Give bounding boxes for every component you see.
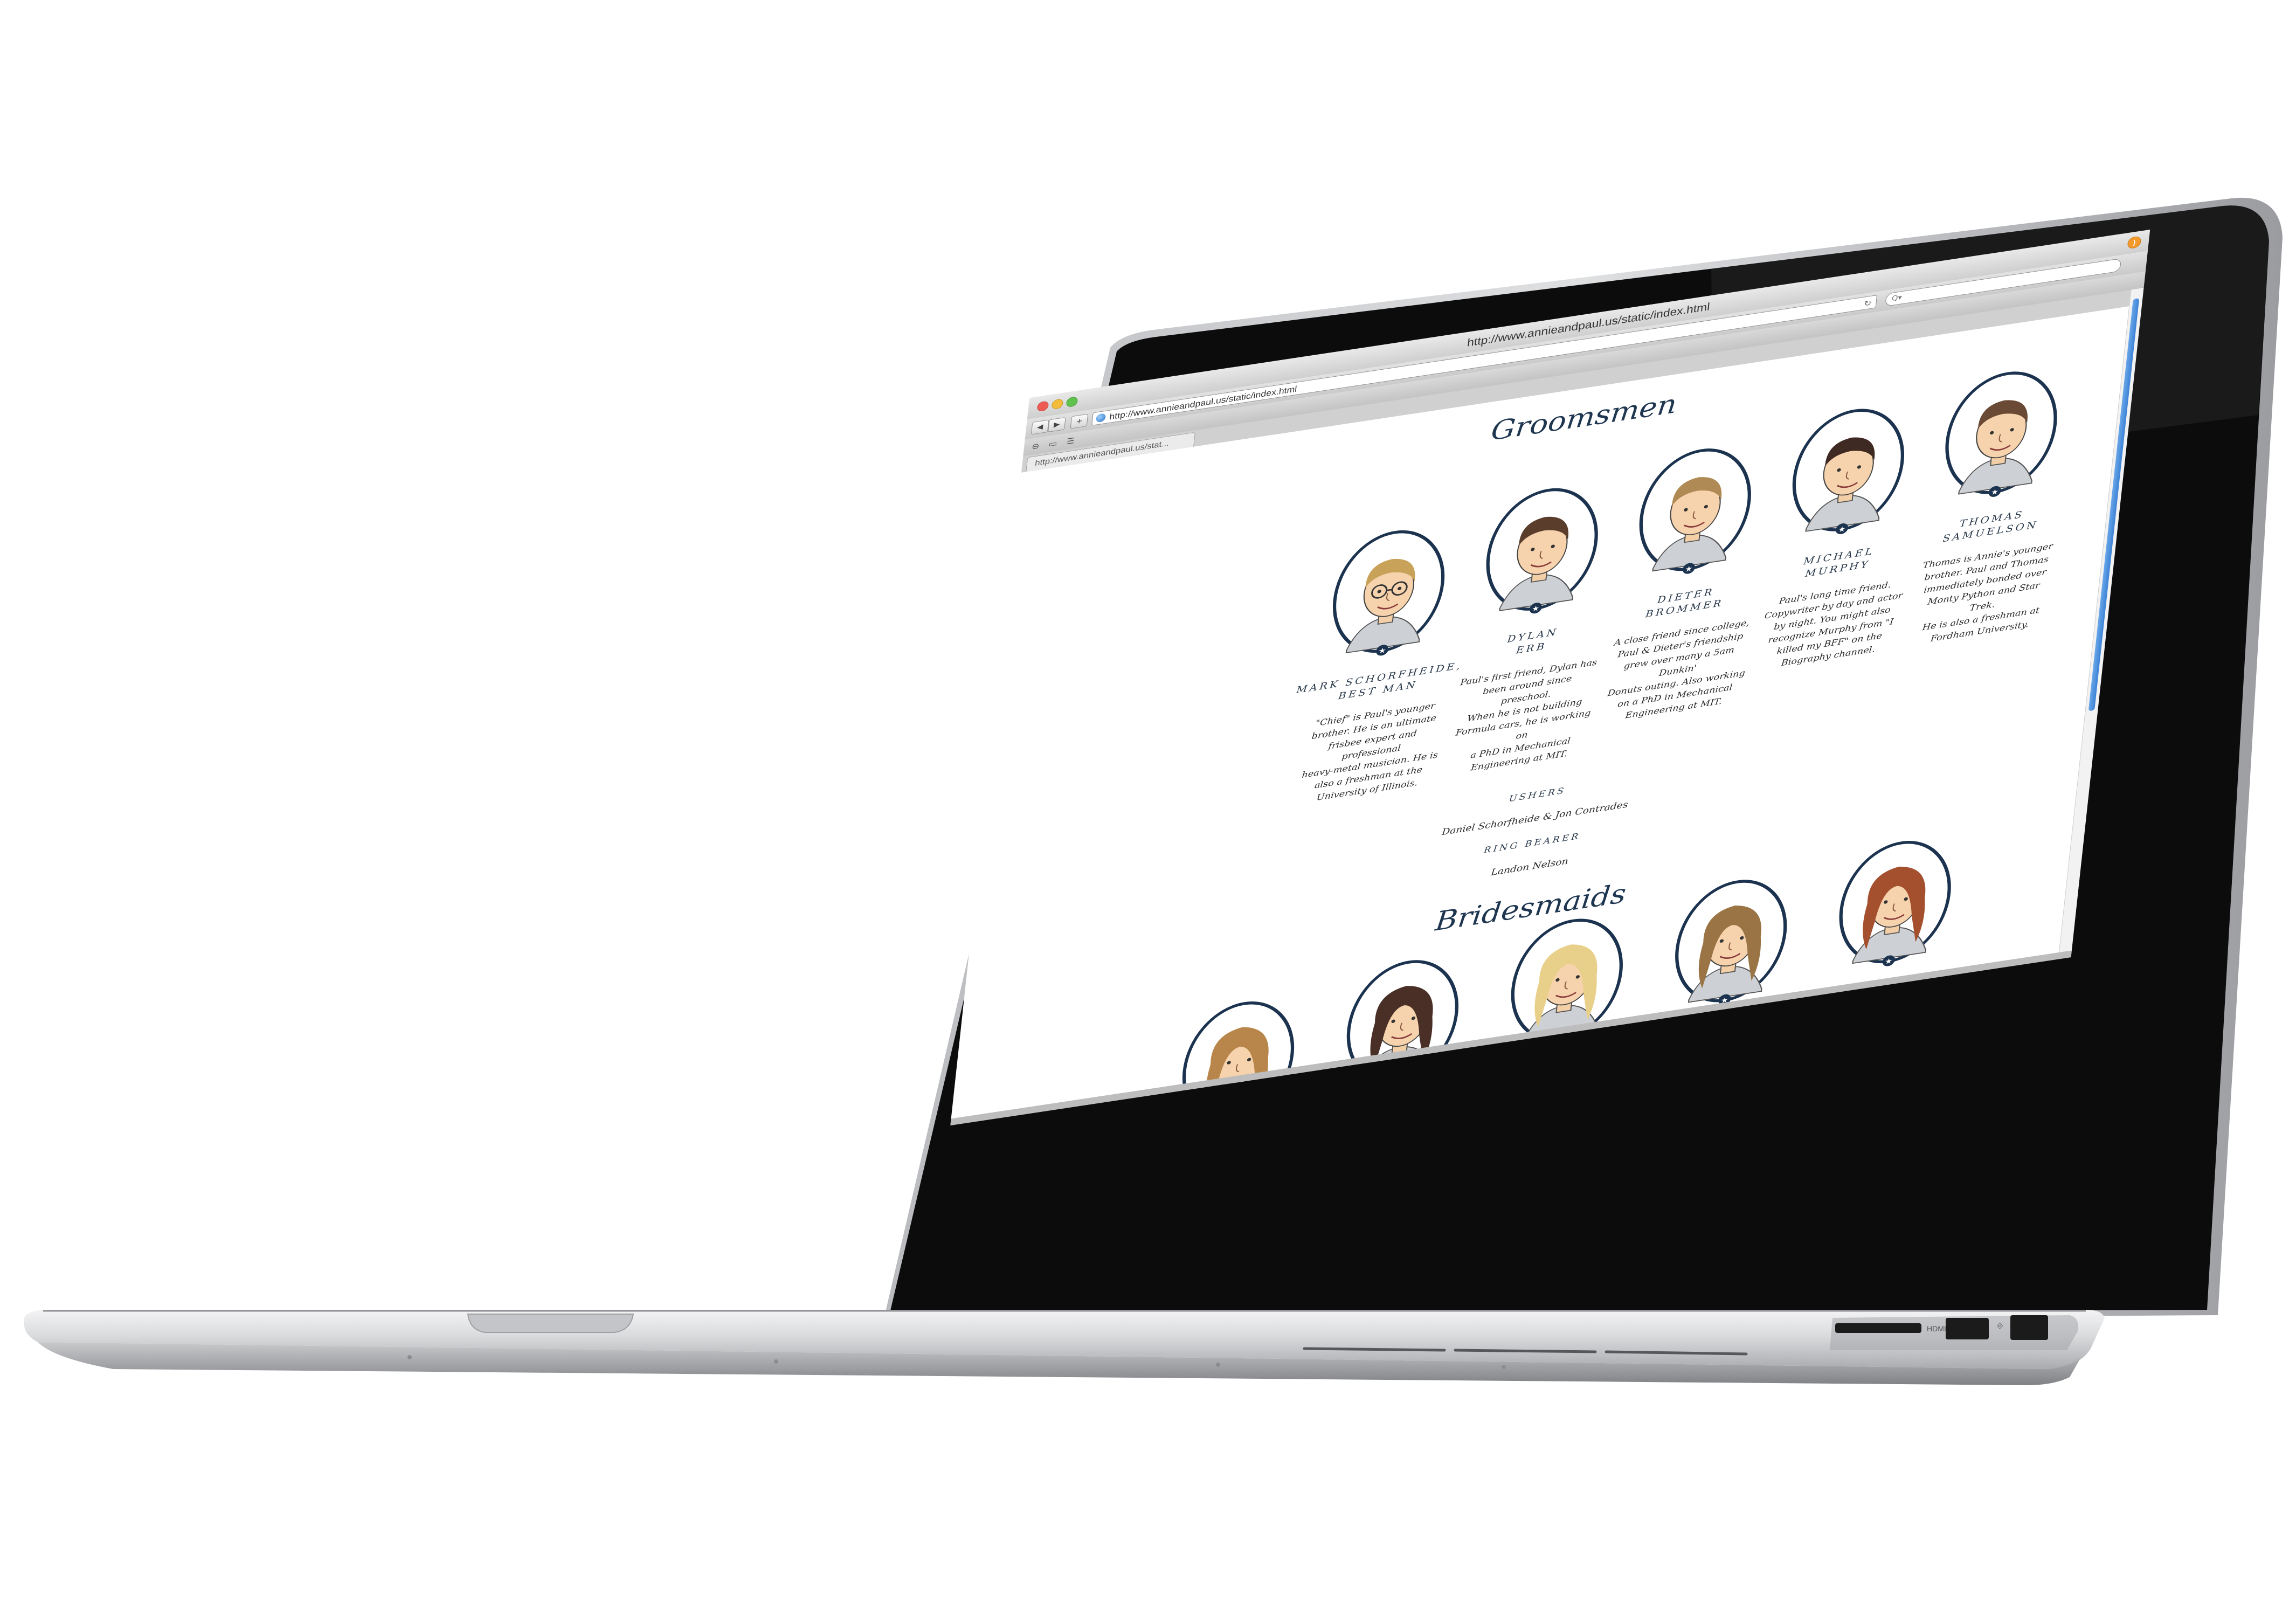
globe-icon xyxy=(1095,413,1106,423)
laptop-scene: HDMI ⎆ http://www.annieandpaul.us/static… xyxy=(0,0,2296,1617)
forward-button[interactable]: ▶ xyxy=(1047,417,1066,432)
back-button[interactable]: ◀ xyxy=(1031,419,1049,435)
svg-text:★: ★ xyxy=(1378,646,1387,656)
search-placeholder: Q▾ xyxy=(1891,293,1903,303)
groomsman-bio: Thomas is Annie's younger brother. Paul a… xyxy=(1909,539,2059,648)
groomsman-portrait: ★ xyxy=(1323,522,1454,666)
groomsman-portrait: ★ xyxy=(1782,400,1914,544)
usb-icon: ⎆ xyxy=(1997,1322,2003,1330)
svg-text:★: ★ xyxy=(1884,957,1893,966)
svg-text:★: ★ xyxy=(1684,564,1693,574)
top-sites-icon[interactable]: ☰ xyxy=(1066,436,1075,446)
groomsman-portrait: ★ xyxy=(1476,480,1608,624)
groomsman-bio: Paul's long time friend. Copywriter by da… xyxy=(1758,577,1906,673)
add-bookmark-button[interactable]: + xyxy=(1070,413,1089,429)
svg-text:★: ★ xyxy=(1531,604,1540,614)
groomsman-bio: Paul's first friend, Dylan has been aroun… xyxy=(1448,656,1599,778)
svg-text:★: ★ xyxy=(1990,487,1999,497)
reload-icon[interactable]: ↻ xyxy=(1863,296,1872,310)
groomsman-portrait: ★ xyxy=(1629,440,1761,584)
groomsman-bio: A close friend since college, Paul & Diet… xyxy=(1603,616,1753,725)
bridesmaid-portrait: ★ xyxy=(1665,872,1796,1015)
sd-card-slot xyxy=(1835,1323,1921,1333)
hdmi-port-label: HDMI xyxy=(1927,1324,1946,1333)
bookmarks-book-icon[interactable]: ▭ xyxy=(1048,438,1058,448)
usb-port xyxy=(2010,1315,2048,1340)
groomsman-portrait: ★ xyxy=(1935,363,2067,507)
ushers-names: Daniel Schorfheide & Jon Contrades xyxy=(1441,799,1629,838)
bridesmaid-portrait: ★ xyxy=(1829,833,1961,977)
groomsman-bio: "Chief" is Paul's younger brother. He is … xyxy=(1296,698,1446,807)
reader-icon[interactable]: ⊖ xyxy=(1032,441,1040,451)
hdmi-port xyxy=(1946,1318,1989,1339)
svg-text:★: ★ xyxy=(1838,524,1847,534)
